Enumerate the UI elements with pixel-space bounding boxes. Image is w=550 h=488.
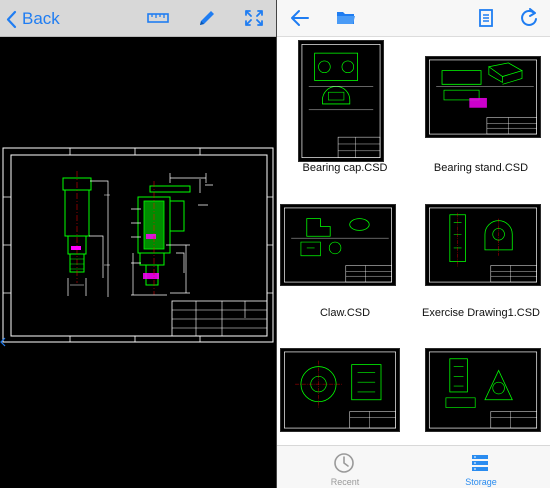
file-item[interactable] xyxy=(277,348,413,445)
document-icon[interactable] xyxy=(475,8,497,28)
arrow-left-icon[interactable] xyxy=(289,8,311,28)
chevron-left-icon xyxy=(6,10,17,28)
fit-screen-icon[interactable] xyxy=(243,8,265,28)
browser-toolbar xyxy=(277,0,550,37)
tab-label: Storage xyxy=(465,477,497,487)
file-grid: Bearing cap.CSD Bearing stand.CSD Claw.C… xyxy=(277,38,550,445)
tab-storage[interactable]: Storage xyxy=(413,446,549,488)
file-thumbnail xyxy=(425,204,541,286)
file-name: Exercise Drawing1.CSD xyxy=(422,307,540,319)
file-name: Bearing stand.CSD xyxy=(433,162,529,174)
file-item[interactable]: Bearing stand.CSD xyxy=(413,38,549,178)
file-item[interactable] xyxy=(413,348,549,445)
file-item[interactable]: Claw.CSD xyxy=(277,204,413,329)
cad-drawing-canvas[interactable] xyxy=(0,145,276,345)
file-name: Claw.CSD xyxy=(319,307,371,319)
file-browser: Bearing cap.CSD Bearing stand.CSD Claw.C… xyxy=(277,0,550,488)
back-label: Back xyxy=(22,9,60,28)
file-thumbnail xyxy=(425,348,541,432)
viewer-toolbar: Back xyxy=(0,0,276,37)
file-item[interactable]: Bearing cap.CSD xyxy=(277,38,413,178)
file-name: Bearing cap.CSD xyxy=(302,162,388,174)
storage-icon xyxy=(472,455,488,471)
file-thumbnail xyxy=(280,348,400,432)
panel-edge-arrow-icon[interactable] xyxy=(0,337,6,347)
tab-bar: Recent Storage xyxy=(277,445,550,488)
tab-label: Recent xyxy=(330,477,360,487)
file-thumbnail xyxy=(425,56,541,138)
drawing-viewer: Back xyxy=(0,0,276,488)
clock-icon xyxy=(334,453,354,473)
file-item[interactable]: Exercise Drawing1.CSD xyxy=(413,204,549,329)
pencil-icon[interactable] xyxy=(196,8,218,28)
file-thumbnail xyxy=(298,40,384,162)
refresh-icon[interactable] xyxy=(518,8,540,28)
back-button[interactable]: Back xyxy=(6,6,60,32)
ruler-icon[interactable] xyxy=(147,8,169,28)
folder-icon[interactable] xyxy=(335,8,357,28)
file-thumbnail xyxy=(280,204,396,286)
tab-recent[interactable]: Recent xyxy=(277,446,413,488)
